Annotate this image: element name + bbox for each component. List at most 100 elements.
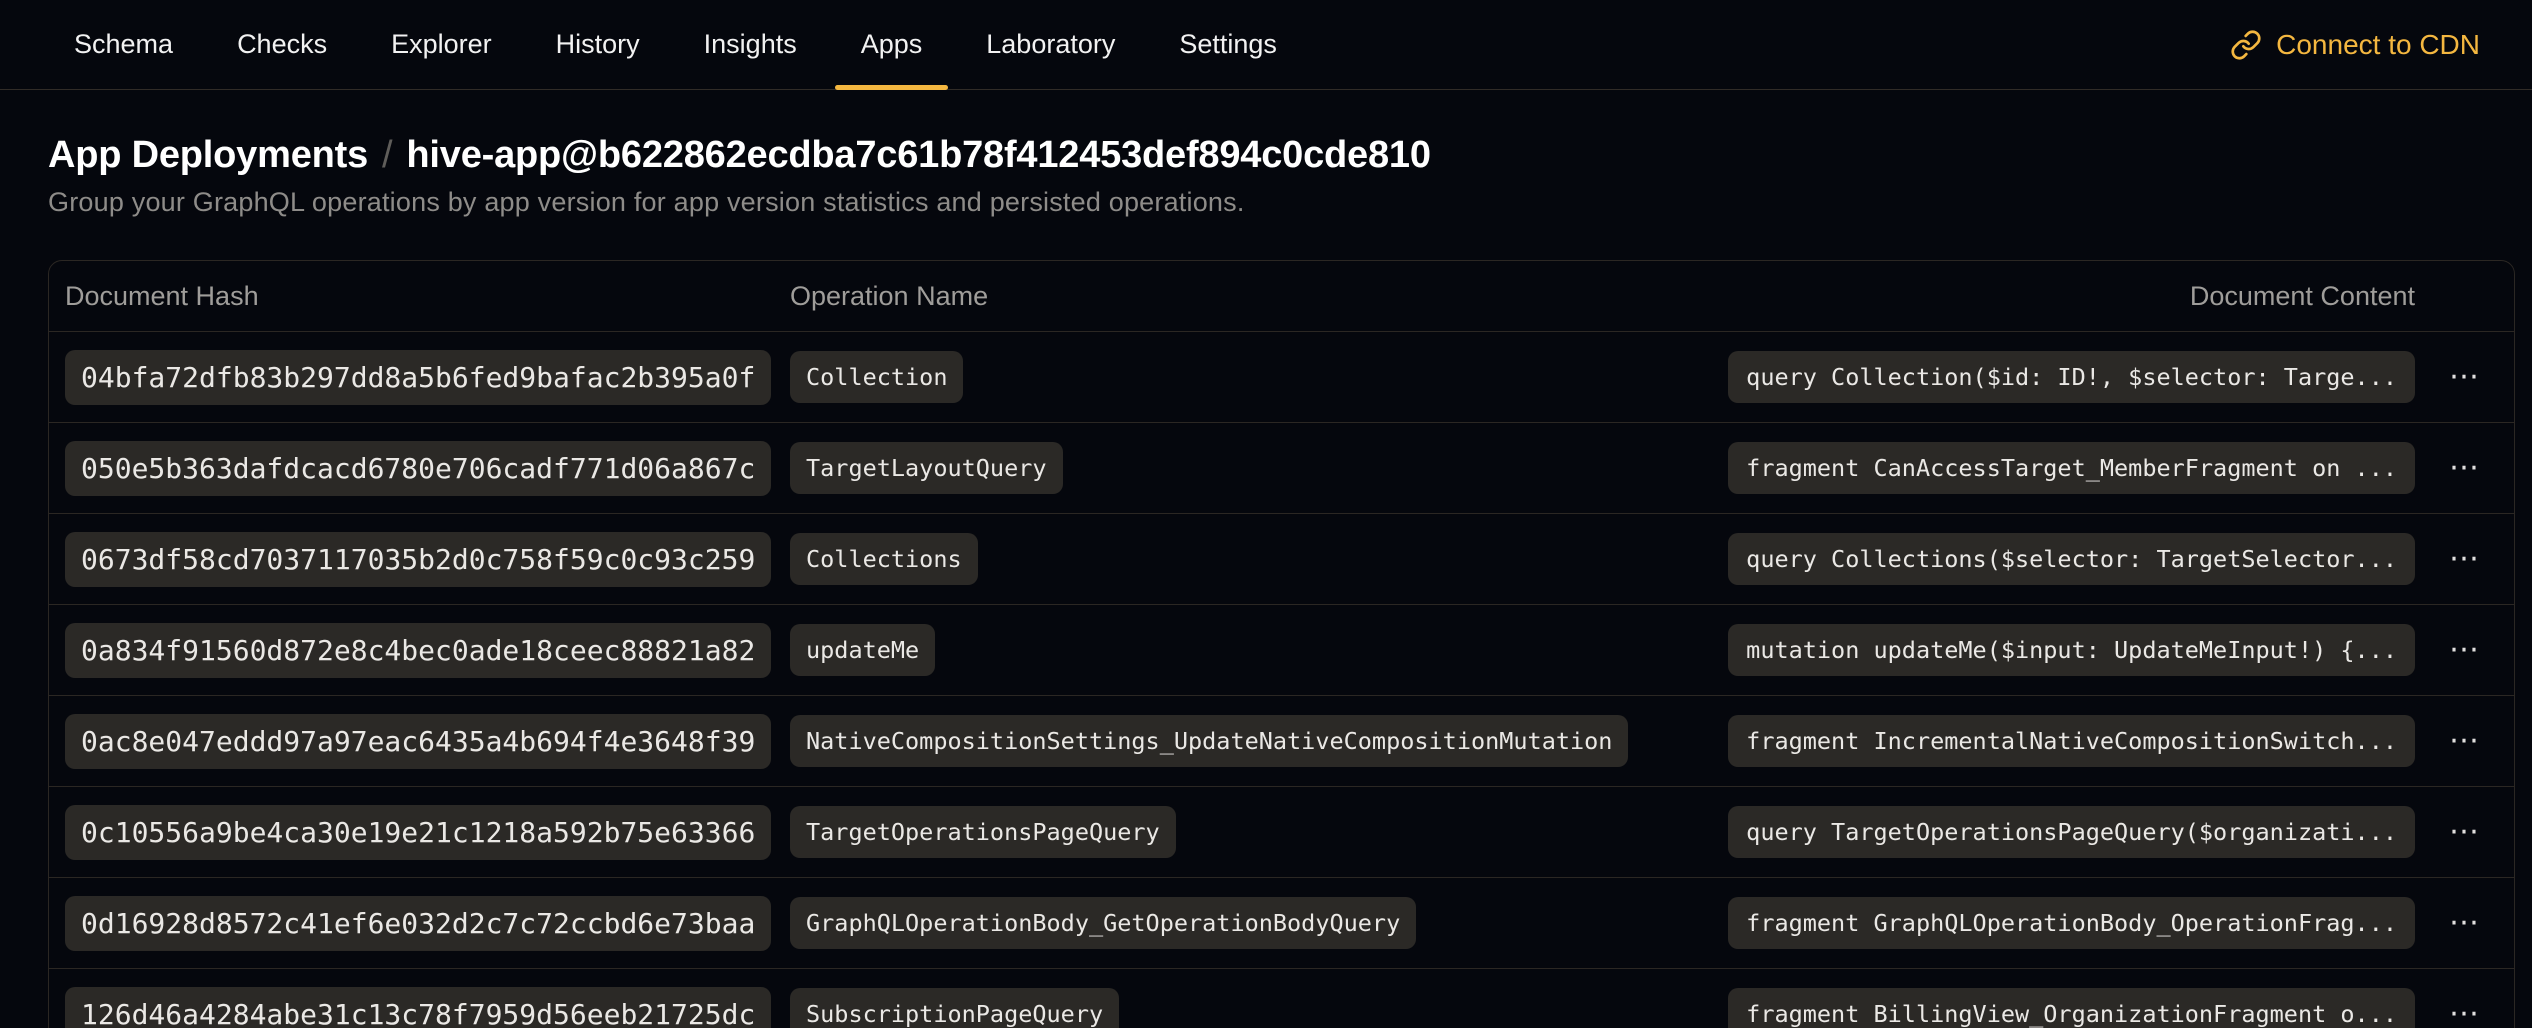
table-row: 0a834f91560d872e8c4bec0ade18ceec88821a82… xyxy=(49,604,2514,695)
document-content-value[interactable]: mutation updateMe($input: UpdateMeInput!… xyxy=(1728,624,2415,676)
document-content-value[interactable]: fragment IncrementalNativeCompositionSwi… xyxy=(1728,715,2415,767)
operation-name-cell: updateMe xyxy=(790,624,1728,676)
nav-tab-label: Laboratory xyxy=(986,29,1115,60)
nav-tab-schema[interactable]: Schema xyxy=(48,0,199,89)
operation-name-cell: TargetOperationsPageQuery xyxy=(790,806,1728,858)
page-subtitle: Group your GraphQL operations by app ver… xyxy=(48,187,2515,218)
nav-tab-label: Insights xyxy=(704,29,797,60)
nav-tab-label: Settings xyxy=(1179,29,1277,60)
operation-name-cell: Collections xyxy=(790,533,1728,585)
document-hash-value[interactable]: 0a834f91560d872e8c4bec0ade18ceec88821a82 xyxy=(65,623,771,678)
document-hash-cell: 0c10556a9be4ca30e19e21c1218a592b75e63366 xyxy=(49,805,790,860)
table-row: 0d16928d8572c41ef6e032d2c7c72ccbd6e73baa… xyxy=(49,877,2514,968)
nav-tab-label: Schema xyxy=(74,29,173,60)
nav-tab-insights[interactable]: Insights xyxy=(678,0,823,89)
column-header-document-content: Document Content xyxy=(2190,281,2415,312)
document-hash-value[interactable]: 0d16928d8572c41ef6e032d2c7c72ccbd6e73baa xyxy=(65,896,771,951)
document-content-value[interactable]: fragment BillingView_OrganizationFragmen… xyxy=(1728,988,2415,1028)
document-content-value[interactable]: query Collections($selector: TargetSelec… xyxy=(1728,533,2415,585)
operation-name-value[interactable]: SubscriptionPageQuery xyxy=(790,988,1119,1028)
document-content-cell: fragment GraphQLOperationBody_OperationF… xyxy=(1728,897,2415,949)
operation-name-cell: Collection xyxy=(790,351,1728,403)
operation-name-value[interactable]: Collections xyxy=(790,533,978,585)
operation-name-cell: NativeCompositionSettings_UpdateNativeCo… xyxy=(790,715,1728,767)
row-actions-cell: ⋯ xyxy=(2415,544,2514,574)
document-content-cell: fragment IncrementalNativeCompositionSwi… xyxy=(1728,715,2415,767)
table-header-row: Document Hash Operation Name Document Co… xyxy=(49,261,2514,331)
operation-name-value[interactable]: NativeCompositionSettings_UpdateNativeCo… xyxy=(790,715,1628,767)
document-content-cell: query TargetOperationsPageQuery($organiz… xyxy=(1728,806,2415,858)
connect-to-cdn-label: Connect to CDN xyxy=(2276,29,2480,61)
document-content-cell: mutation updateMe($input: UpdateMeInput!… xyxy=(1728,624,2415,676)
row-actions-cell: ⋯ xyxy=(2415,635,2514,665)
document-hash-value[interactable]: 126d46a4284abe31c13c78f7959d56eeb21725dc xyxy=(65,987,771,1028)
document-hash-value[interactable]: 04bfa72dfb83b297dd8a5b6fed9bafac2b395a0f xyxy=(65,350,771,405)
connect-to-cdn-button[interactable]: Connect to CDN xyxy=(2230,29,2480,61)
breadcrumb-app-deployments[interactable]: App Deployments xyxy=(48,134,368,177)
table-body: 04bfa72dfb83b297dd8a5b6fed9bafac2b395a0f… xyxy=(49,331,2514,1028)
document-content-cell: query Collection($id: ID!, $selector: Ta… xyxy=(1728,351,2415,403)
table-row: 0ac8e047eddd97a97eac6435a4b694f4e3648f39… xyxy=(49,695,2514,786)
nav-tab-settings[interactable]: Settings xyxy=(1153,0,1303,89)
document-content-value[interactable]: query Collection($id: ID!, $selector: Ta… xyxy=(1728,351,2415,403)
operation-name-value[interactable]: TargetLayoutQuery xyxy=(790,442,1063,494)
breadcrumb-app-version: hive-app@b622862ecdba7c61b78f412453def89… xyxy=(406,134,1430,177)
active-tab-underline xyxy=(835,85,949,90)
document-hash-value[interactable]: 0c10556a9be4ca30e19e21c1218a592b75e63366 xyxy=(65,805,771,860)
row-menu-button[interactable]: ⋯ xyxy=(2449,635,2480,665)
row-actions-cell: ⋯ xyxy=(2415,362,2514,392)
row-actions-cell: ⋯ xyxy=(2415,726,2514,756)
document-content-value[interactable]: fragment CanAccessTarget_MemberFragment … xyxy=(1728,442,2415,494)
row-actions-cell: ⋯ xyxy=(2415,908,2514,938)
document-hash-cell: 0d16928d8572c41ef6e032d2c7c72ccbd6e73baa xyxy=(49,896,790,951)
document-content-cell: fragment BillingView_OrganizationFragmen… xyxy=(1728,988,2415,1028)
main-content: App Deployments / hive-app@b622862ecdba7… xyxy=(0,134,2532,1028)
row-menu-button[interactable]: ⋯ xyxy=(2449,453,2480,483)
nav-tab-apps[interactable]: Apps xyxy=(835,0,949,89)
document-hash-cell: 050e5b363dafdcacd6780e706cadf771d06a867c xyxy=(49,441,790,496)
breadcrumb: App Deployments / hive-app@b622862ecdba7… xyxy=(48,134,2515,177)
table-row: 0c10556a9be4ca30e19e21c1218a592b75e63366… xyxy=(49,786,2514,877)
document-content-value[interactable]: query TargetOperationsPageQuery($organiz… xyxy=(1728,806,2415,858)
nav-tab-checks[interactable]: Checks xyxy=(211,0,353,89)
breadcrumb-separator: / xyxy=(382,134,392,177)
nav-tab-label: Apps xyxy=(861,29,923,60)
nav-tab-label: Checks xyxy=(237,29,327,60)
document-hash-cell: 0ac8e047eddd97a97eac6435a4b694f4e3648f39 xyxy=(49,714,790,769)
nav-tab-laboratory[interactable]: Laboratory xyxy=(960,0,1141,89)
document-content-cell: query Collections($selector: TargetSelec… xyxy=(1728,533,2415,585)
deployments-table: Document Hash Operation Name Document Co… xyxy=(48,260,2515,1028)
document-hash-cell: 04bfa72dfb83b297dd8a5b6fed9bafac2b395a0f xyxy=(49,350,790,405)
document-hash-cell: 0a834f91560d872e8c4bec0ade18ceec88821a82 xyxy=(49,623,790,678)
operation-name-value[interactable]: GraphQLOperationBody_GetOperationBodyQue… xyxy=(790,897,1416,949)
row-menu-button[interactable]: ⋯ xyxy=(2449,362,2480,392)
document-hash-cell: 126d46a4284abe31c13c78f7959d56eeb21725dc xyxy=(49,987,790,1028)
operation-name-value[interactable]: TargetOperationsPageQuery xyxy=(790,806,1176,858)
nav-tab-explorer[interactable]: Explorer xyxy=(365,0,518,89)
nav-tab-history[interactable]: History xyxy=(530,0,666,89)
operation-name-value[interactable]: updateMe xyxy=(790,624,935,676)
operation-name-cell: TargetLayoutQuery xyxy=(790,442,1728,494)
row-menu-button[interactable]: ⋯ xyxy=(2449,726,2480,756)
document-content-cell: fragment CanAccessTarget_MemberFragment … xyxy=(1728,442,2415,494)
top-navbar: Schema Checks Explorer History Insights Apps L… xyxy=(0,0,2532,90)
operation-name-value[interactable]: Collection xyxy=(790,351,963,403)
row-menu-button[interactable]: ⋯ xyxy=(2449,544,2480,574)
row-menu-button[interactable]: ⋯ xyxy=(2449,908,2480,938)
table-row: 04bfa72dfb83b297dd8a5b6fed9bafac2b395a0f… xyxy=(49,331,2514,422)
page-header: App Deployments / hive-app@b622862ecdba7… xyxy=(48,134,2515,218)
document-hash-value[interactable]: 0673df58cd7037117035b2d0c758f59c0c93c259 xyxy=(65,532,771,587)
row-menu-button[interactable]: ⋯ xyxy=(2449,817,2480,847)
document-hash-value[interactable]: 0ac8e047eddd97a97eac6435a4b694f4e3648f39 xyxy=(65,714,771,769)
operation-name-cell: SubscriptionPageQuery xyxy=(790,988,1728,1028)
column-header-operation-name: Operation Name xyxy=(790,281,2190,312)
row-menu-button[interactable]: ⋯ xyxy=(2449,999,2480,1028)
document-content-value[interactable]: fragment GraphQLOperationBody_OperationF… xyxy=(1728,897,2415,949)
column-header-document-hash: Document Hash xyxy=(49,281,790,312)
link-icon xyxy=(2230,29,2262,61)
table-row: 126d46a4284abe31c13c78f7959d56eeb21725dc… xyxy=(49,968,2514,1028)
nav-tab-label: Explorer xyxy=(391,29,492,60)
document-hash-value[interactable]: 050e5b363dafdcacd6780e706cadf771d06a867c xyxy=(65,441,771,496)
nav-tabs: Schema Checks Explorer History Insights Apps L… xyxy=(48,0,1303,89)
row-actions-cell: ⋯ xyxy=(2415,453,2514,483)
